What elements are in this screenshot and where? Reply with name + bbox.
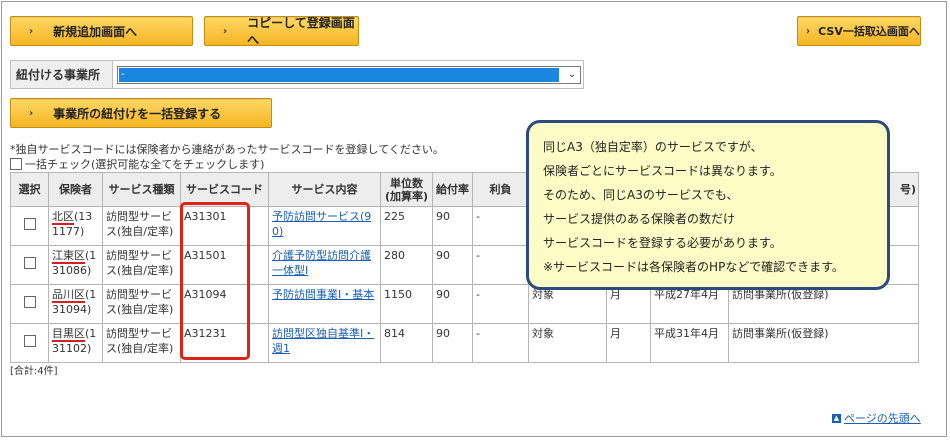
start-date-cell: 平成31年4月 (650, 323, 729, 363)
rate-cell: 90 (432, 206, 473, 246)
insurer-name: 江東区 (52, 249, 85, 264)
bulk-check-label: 一括チェック(選択可能な全てをチェックします) (25, 158, 265, 171)
office-select-value: - (119, 67, 559, 82)
header-select: 選択 (10, 172, 49, 207)
callout-line: 保険者ごとにサービスコードは異なります。 (543, 164, 782, 178)
bulk-checkbox[interactable] (10, 158, 22, 170)
total-count: [合計:4件] (10, 366, 58, 377)
bulk-link-button[interactable]: › 事業所の紐付けを一括登録する (10, 98, 272, 128)
office-select[interactable]: - ⌄ (117, 65, 581, 84)
explanation-callout: 同じA3（独自定率）のサービスですが、 保険者ごとにサービスコードは異なります。… (526, 120, 890, 290)
insurer-cell: 目黒区(131102) (48, 323, 103, 363)
callout-line: サービス提供のある保険者の数だけ (543, 212, 736, 226)
service-content-cell[interactable]: 介護予防型訪問介護一体型Ⅰ (268, 245, 381, 285)
insurer-cell: 江東区(131086) (48, 245, 103, 285)
header-service-content: サービス内容 (268, 172, 381, 207)
callout-line: そのため、同じA3のサービスでも、 (543, 188, 739, 202)
row-select-cell[interactable] (10, 245, 49, 285)
page-top-link[interactable]: ▲ ページの先頭へ (832, 410, 921, 426)
bulk-link-label: 事業所の紐付けを一括登録する (53, 106, 222, 121)
new-registration-label: 新規追加画面へ (53, 24, 138, 39)
rate-cell: 90 (432, 245, 473, 285)
header-partial: 利負 (472, 172, 529, 207)
new-registration-button[interactable]: › 新規追加画面へ (10, 16, 193, 46)
office-link-label: 紐付ける事業所 (11, 61, 113, 88)
service-type-cell: 訪問型サービス(独自/定率) (102, 284, 181, 324)
service-content-cell[interactable]: 予防訪問サービス(90) (268, 206, 381, 246)
unit-cell: 280 (380, 245, 433, 285)
row-select-cell[interactable] (10, 206, 49, 246)
callout-line: 同じA3（独自定率）のサービスですが、 (543, 140, 763, 154)
service-type-cell: 訪問型サービス(独自/定率) (102, 245, 181, 285)
table-row: 品川区(131094) 訪問型サービス(独自/定率) A31094 予防訪問事業… (10, 284, 919, 324)
row-select-cell[interactable] (10, 284, 49, 324)
row-checkbox[interactable] (23, 335, 36, 347)
service-code-cell: A31301 (180, 206, 269, 246)
start-date-cell: 平成27年4月 (650, 284, 729, 324)
service-content-link[interactable]: 介護予防型訪問介護一体型Ⅰ (272, 249, 371, 277)
arrow-up-icon: ▲ (832, 413, 841, 423)
target-cell: 対象 (528, 323, 607, 363)
table-row: 目黒区(131102) 訪問型サービス(独自/定率) A31231 訪問型区独自… (10, 323, 919, 363)
partial-cell: - (472, 284, 529, 324)
service-code-note: *独自サービスコードには保険者から連絡があったサービスコードを登録してください。 (10, 143, 444, 156)
target-cell: 対象 (528, 284, 607, 324)
service-content-cell[interactable]: 予防訪問事業Ⅰ・基本 (268, 284, 381, 324)
insurer-name: 目黒区 (52, 327, 85, 342)
rate-cell: 90 (432, 323, 473, 363)
unit-cell: 1150 (380, 284, 433, 324)
chevron-right-icon: › (29, 25, 34, 37)
header-service-type: サービス種類 (102, 172, 181, 207)
period-cell: 月 (606, 323, 651, 363)
service-code-cell: A31231 (180, 323, 269, 363)
unit-cell: 814 (380, 323, 433, 363)
service-content-link[interactable]: 予防訪問事業Ⅰ・基本 (272, 288, 374, 301)
service-content-link[interactable]: 訪問型区独自基準Ⅰ・週1 (272, 327, 374, 355)
csv-import-label: CSV一括取込画面へ (818, 25, 920, 38)
copy-registration-label: コピーして登録画面へ (247, 16, 355, 47)
unit-cell: 225 (380, 206, 433, 246)
row-checkbox[interactable] (23, 257, 36, 269)
callout-line: サービスコードを登録する必要があります。 (543, 236, 782, 250)
header-rate: 給付率 (432, 172, 473, 207)
header-insurer: 保険者 (48, 172, 103, 207)
page-top-label[interactable]: ページの先頭へ (844, 410, 921, 426)
chevron-right-icon: › (806, 25, 811, 37)
service-type-cell: 訪問型サービス(独自/定率) (102, 206, 181, 246)
bulk-check[interactable]: 一括チェック(選択可能な全てをチェックします) (10, 156, 264, 172)
chevron-right-icon: › (29, 107, 34, 119)
chevron-right-icon: › (223, 25, 228, 37)
service-type-cell: 訪問型サービス(独自/定率) (102, 323, 181, 363)
service-content-link[interactable]: 予防訪問サービス(90) (272, 210, 371, 238)
insurer-name: 品川区 (52, 288, 85, 303)
office-cell: 訪問事業所(仮登録) (728, 284, 919, 324)
office-link-row: 紐付ける事業所 - ⌄ (10, 60, 584, 89)
row-select-cell[interactable] (10, 323, 49, 363)
header-service-code: サービスコード (180, 172, 269, 207)
insurer-name: 北区 (52, 210, 74, 225)
csv-import-button[interactable]: › CSV一括取込画面へ (797, 16, 921, 46)
service-code-cell: A31094 (180, 284, 269, 324)
partial-cell: - (472, 245, 529, 285)
office-cell: 訪問事業所(仮登録) (728, 323, 919, 363)
rate-cell: 90 (432, 284, 473, 324)
chevron-down-icon[interactable]: ⌄ (565, 68, 579, 82)
partial-cell: - (472, 323, 529, 363)
insurer-cell: 品川区(131094) (48, 284, 103, 324)
period-cell: 月 (606, 284, 651, 324)
insurer-cell: 北区(131177) (48, 206, 103, 246)
partial-cell: - (472, 206, 529, 246)
row-checkbox[interactable] (23, 296, 36, 308)
service-content-cell[interactable]: 訪問型区独自基準Ⅰ・週1 (268, 323, 381, 363)
copy-registration-button[interactable]: › コピーして登録画面へ (204, 16, 359, 47)
header-unit: 単位数(加算率) (380, 172, 433, 207)
service-code-cell: A31501 (180, 245, 269, 285)
callout-line: ※サービスコードは各保険者のHPなどで確認できます。 (543, 260, 844, 274)
row-checkbox[interactable] (23, 218, 36, 230)
